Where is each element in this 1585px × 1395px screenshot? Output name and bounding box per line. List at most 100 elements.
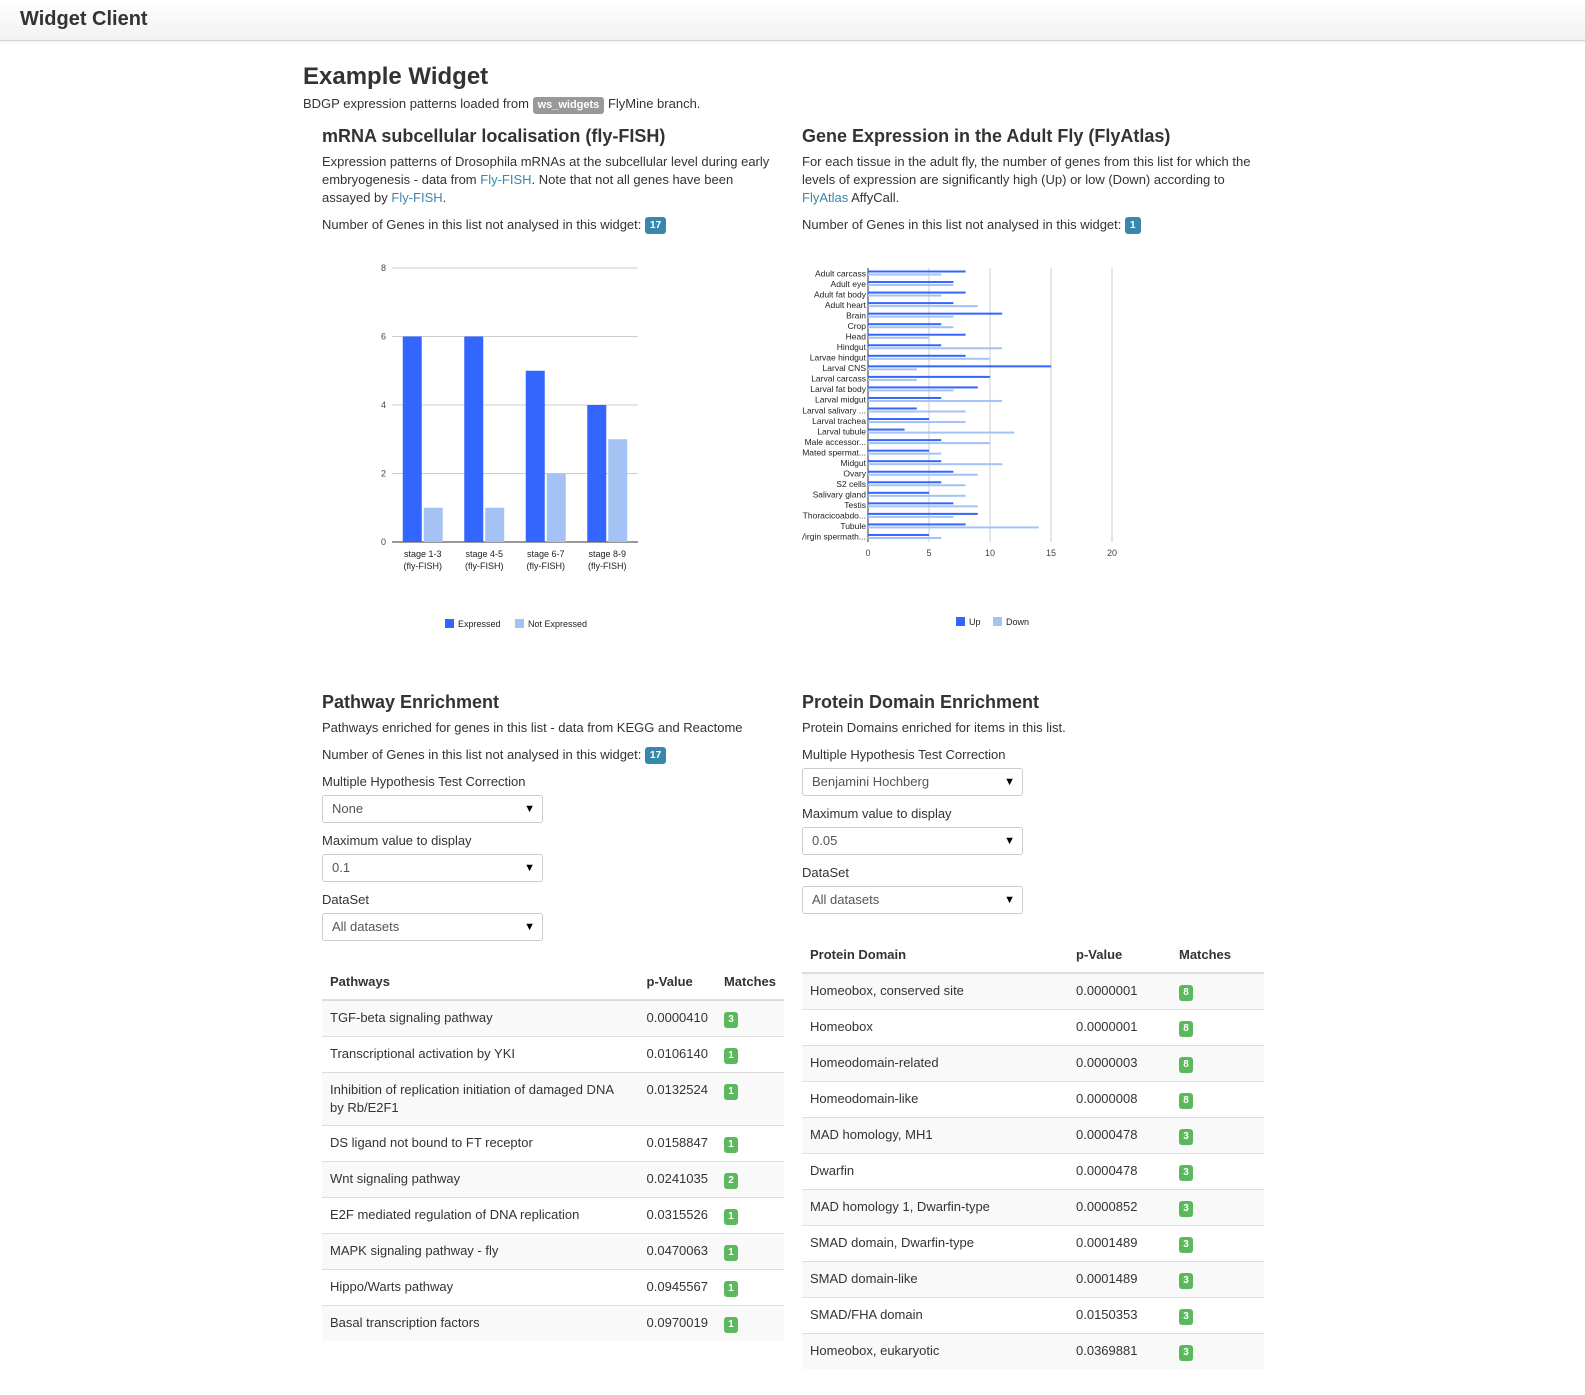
- not-analysed-label: Number of Genes in this list not analyse…: [322, 217, 642, 232]
- correction-select[interactable]: Benjamini Hochberg ▼: [802, 768, 1023, 796]
- row-name: Basal transcription factors: [322, 1305, 639, 1341]
- matches-badge[interactable]: 3: [1179, 1273, 1193, 1289]
- row-matches-cell: 1: [715, 1072, 784, 1126]
- matches-badge[interactable]: 1: [723, 1245, 738, 1261]
- bar-up: [868, 533, 929, 536]
- table-row[interactable]: Hippo/Warts pathway 0.0945567 1: [322, 1269, 784, 1306]
- table-row[interactable]: Homeobox, conserved site 0.0000001 8: [802, 972, 1264, 1010]
- row-name: Dwarfin: [802, 1153, 1068, 1190]
- bar-up: [868, 449, 929, 452]
- table-row[interactable]: Basal transcription factors 0.0970019 1: [322, 1305, 784, 1341]
- table-row[interactable]: SMAD domain, Dwarfin-type 0.0001489 3: [802, 1225, 1264, 1262]
- matches-badge[interactable]: 3: [1179, 1309, 1193, 1325]
- table-row[interactable]: Inhibition of replication initiation of …: [322, 1072, 784, 1126]
- matches-badge[interactable]: 8: [1179, 1021, 1193, 1037]
- table-row[interactable]: MAD homology 1, Dwarfin-type 0.0000852 3: [802, 1189, 1264, 1226]
- table-row[interactable]: DS ligand not bound to FT receptor 0.0158…: [322, 1125, 784, 1162]
- matches-badge[interactable]: 3: [1179, 1129, 1193, 1145]
- row-name: Homeobox, eukaryotic: [802, 1333, 1068, 1369]
- matches-badge[interactable]: 3: [1179, 1201, 1193, 1217]
- bar-up: [868, 460, 942, 463]
- y-tick-label: Larval tubule: [817, 426, 866, 436]
- table-row[interactable]: Dwarfin 0.0000478 3: [802, 1153, 1264, 1190]
- protein-domain-widget: Protein Domain Enrichment Protein Domain…: [802, 691, 1264, 1369]
- x-tick-label: 0: [865, 548, 870, 558]
- bar-up: [868, 333, 966, 336]
- y-tick-label: Tubule: [840, 521, 866, 531]
- matches-badge[interactable]: 1: [723, 1209, 738, 1225]
- dataset-select[interactable]: All datasets ▼: [802, 886, 1023, 914]
- table-row[interactable]: TGF-beta signaling pathway 0.0000410 3: [322, 999, 784, 1037]
- row-matches-cell: 3: [1171, 1261, 1264, 1298]
- bar-up: [868, 470, 954, 473]
- matches-badge[interactable]: 8: [1179, 1093, 1193, 1109]
- row-pvalue: 0.0000478: [1068, 1117, 1171, 1154]
- matches-badge[interactable]: 3: [1179, 1237, 1193, 1253]
- bar-down: [868, 536, 942, 539]
- not-analysed-count[interactable]: 1: [1125, 217, 1141, 234]
- flyfish-link-2[interactable]: Fly-FISH: [391, 190, 442, 205]
- row-matches-cell: 3: [1171, 1225, 1264, 1262]
- y-tick-label: S2 cells: [836, 479, 866, 489]
- pathway-description: Pathways enriched for genes in this list…: [322, 720, 743, 735]
- x-tick-label: (fly-FISH): [588, 561, 627, 571]
- table-row[interactable]: Homeodomain-related 0.0000003 8: [802, 1045, 1264, 1082]
- branch-label: ws_widgets: [532, 97, 605, 114]
- y-tick-label: Larval fat body: [810, 384, 867, 394]
- y-tick-label: Head: [846, 332, 867, 342]
- matches-badge[interactable]: 2: [723, 1173, 738, 1189]
- table-row[interactable]: Wnt signaling pathway 0.0241035 2: [322, 1161, 784, 1198]
- y-tick-label: Larval carcass: [811, 374, 866, 384]
- matches-badge[interactable]: 1: [723, 1048, 738, 1064]
- table-row[interactable]: SMAD domain-like 0.0001489 3: [802, 1261, 1264, 1298]
- column-header-matches[interactable]: Matches: [715, 965, 784, 1001]
- max-value-select[interactable]: 0.05 ▼: [802, 827, 1023, 855]
- flyfish-link[interactable]: Fly-FISH: [480, 172, 531, 187]
- column-header-protein-domain[interactable]: Protein Domain: [802, 938, 1068, 974]
- row-name: DS ligand not bound to FT receptor: [322, 1125, 639, 1162]
- column-header-matches[interactable]: Matches: [1171, 938, 1264, 974]
- x-tick-label: stage 6-7: [527, 549, 565, 559]
- column-header-pvalue[interactable]: p-Value: [638, 965, 716, 1001]
- table-row[interactable]: Homeodomain-like 0.0000008 8: [802, 1081, 1264, 1118]
- table-row[interactable]: SMAD/FHA domain 0.0150353 3: [802, 1297, 1264, 1334]
- row-matches-cell: 3: [1171, 1153, 1264, 1190]
- dataset-select[interactable]: All datasets ▼: [322, 913, 543, 941]
- y-tick-label: Ovary: [843, 469, 866, 479]
- matches-badge[interactable]: 8: [1179, 985, 1193, 1001]
- table-row[interactable]: Transcriptional activation by YKI 0.01061…: [322, 1036, 784, 1073]
- bar-down: [868, 336, 929, 339]
- bar-down: [868, 410, 966, 413]
- bar-up: [868, 281, 954, 284]
- table-row[interactable]: Homeobox, eukaryotic 0.0369881 3: [802, 1333, 1264, 1369]
- matches-badge[interactable]: 3: [1179, 1345, 1193, 1361]
- correction-select[interactable]: None ▼: [322, 795, 543, 823]
- table-row[interactable]: Homeobox 0.0000001 8: [802, 1009, 1264, 1046]
- matches-badge[interactable]: 1: [723, 1317, 738, 1333]
- y-tick-label: Brain: [846, 310, 866, 320]
- row-pvalue: 0.0000852: [1068, 1189, 1171, 1226]
- row-name: Homeodomain-like: [802, 1081, 1068, 1118]
- matches-badge[interactable]: 1: [723, 1281, 738, 1297]
- flyatlas-link[interactable]: FlyAtlas: [802, 190, 848, 205]
- matches-badge[interactable]: 8: [1179, 1057, 1193, 1073]
- table-row[interactable]: MAPK signaling pathway - fly 0.0470063 1: [322, 1233, 784, 1270]
- matches-badge[interactable]: 3: [723, 1012, 738, 1028]
- table-row[interactable]: E2F mediated regulation of DNA replicati…: [322, 1197, 784, 1234]
- bar-up: [868, 344, 942, 347]
- column-header-pvalue[interactable]: p-Value: [1068, 938, 1171, 974]
- row-pvalue: 0.0001489: [1068, 1225, 1171, 1262]
- max-value-select[interactable]: 0.1 ▼: [322, 854, 543, 882]
- matches-badge[interactable]: 3: [1179, 1165, 1193, 1181]
- matches-badge[interactable]: 1: [723, 1084, 738, 1100]
- column-header-pathways[interactable]: Pathways: [322, 965, 639, 1001]
- not-analysed-count[interactable]: 17: [645, 217, 667, 234]
- not-analysed-count[interactable]: 17: [645, 747, 667, 764]
- app-title[interactable]: Widget Client: [20, 7, 148, 31]
- row-pvalue: 0.0132524: [638, 1072, 716, 1126]
- bar-down: [868, 326, 954, 329]
- bar-up: [868, 323, 942, 326]
- table-row[interactable]: MAD homology, MH1 0.0000478 3: [802, 1117, 1264, 1154]
- matches-badge[interactable]: 1: [723, 1137, 738, 1153]
- bar-expressed: [464, 336, 484, 542]
